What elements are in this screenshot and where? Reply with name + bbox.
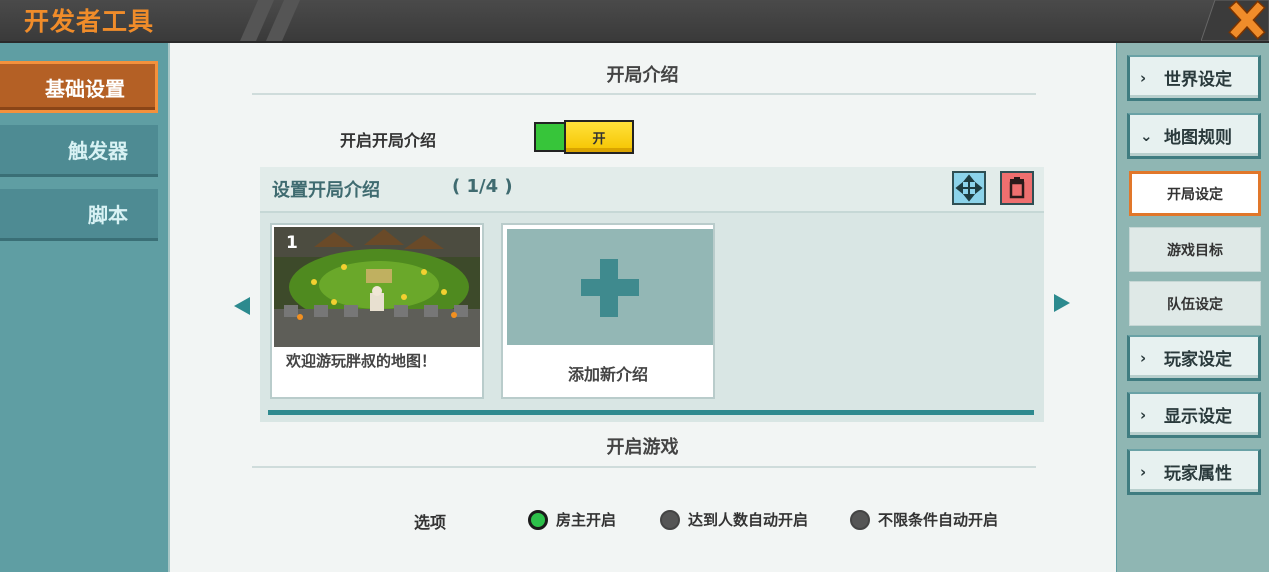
rnav-team-settings[interactable]: 队伍设定 [1129,281,1261,326]
divider [252,93,1036,95]
rnav-world-settings[interactable]: › 世界设定 [1127,55,1261,101]
add-intro-card[interactable]: 添加新介绍 [501,223,715,399]
radio-auto-unlimited[interactable]: 不限条件自动开启 [850,509,998,530]
radio-auto-by-count[interactable]: 达到人数自动开启 [660,509,808,530]
toggle-knob: 开 [564,120,634,154]
rnav-label: 世界设定 [1164,70,1232,90]
options-label: 选项 [414,513,447,532]
minecraft-scene-image [274,227,480,347]
rnav-player-attributes[interactable]: › 玩家属性 [1127,449,1261,495]
section-title-intro: 开局介绍 [606,65,679,86]
right-sidebar: › 世界设定 ⌄ 地图规则 开局设定 游戏目标 队伍设定 › 玩家设定 › 显示… [1117,43,1269,572]
rnav-player-settings[interactable]: › 玩家设定 [1127,335,1261,381]
plus-icon-bar [581,279,639,296]
close-button[interactable] [1225,0,1269,41]
radio-host-start[interactable]: 房主开启 [528,509,616,530]
radio-label: 不限条件自动开启 [878,511,999,529]
scroll-bar[interactable] [268,410,1034,415]
next-arrow-icon[interactable] [1054,294,1070,312]
rnav-opening-settings[interactable]: 开局设定 [1129,171,1261,216]
rnav-sub-label: 开局设定 [1167,186,1223,203]
radio-label: 达到人数自动开启 [688,511,809,529]
nav-label: 脚本 [88,203,128,227]
intro-thumbnail: 1 [274,227,480,347]
intro-header: 设置开局介绍 ( 1/4 ) [260,167,1044,213]
rnav-label: 玩家属性 [1164,464,1232,484]
intro-editor: 设置开局介绍 ( 1/4 ) 1 欢迎游玩胖叔的地图！ 添加新介绍 [260,167,1044,422]
nav-basic-settings[interactable]: 基础设置 [0,61,158,113]
trash-icon [1009,177,1025,199]
toggle-label: 开 [592,131,606,147]
card-caption: 欢迎游玩胖叔的地图！ [286,352,437,370]
add-area [507,229,713,345]
nav-triggers[interactable]: 触发器 [0,125,158,177]
chevron-down-icon: ⌄ [1140,126,1153,145]
prev-arrow-icon[interactable] [234,297,250,315]
left-sidebar: 基础设置 触发器 脚本 [0,43,160,572]
section-title-start: 开启游戏 [606,437,679,458]
toggle-track [534,122,568,152]
radio-selected-icon [528,509,548,530]
decorative-stripes [240,0,300,41]
chevron-right-icon: › [1140,348,1147,367]
card-number: 1 [286,233,298,253]
radio-unselected-icon [660,509,680,530]
radio-label: 房主开启 [556,511,617,529]
nav-label: 基础设置 [45,76,125,101]
chevron-right-icon: › [1140,68,1147,87]
rnav-display-settings[interactable]: › 显示设定 [1127,392,1261,438]
window-title: 开发者工具 [24,7,155,36]
main-panel: 开局介绍 开启开局介绍 开 设置开局介绍 ( 1/4 ) 1 欢迎游玩胖叔的地图… [168,43,1116,572]
delete-button[interactable] [1000,171,1034,205]
rnav-map-rules[interactable]: ⌄ 地图规则 [1127,113,1261,159]
close-icon [1228,0,1266,40]
enable-intro-label: 开启开局介绍 [340,131,437,150]
intro-card-1[interactable]: 1 欢迎游玩胖叔的地图！ [270,223,484,399]
chevron-right-icon: › [1140,462,1147,481]
rnav-sub-label: 队伍设定 [1167,296,1223,313]
add-caption: 添加新介绍 [567,365,648,384]
radio-unselected-icon [850,509,870,530]
divider [252,466,1036,468]
intro-title: 设置开局介绍 [272,180,380,201]
enable-intro-toggle[interactable]: 开 [534,120,634,154]
nav-scripts[interactable]: 脚本 [0,189,158,241]
move-button[interactable] [952,171,986,205]
chevron-right-icon: › [1140,405,1147,424]
intro-count: ( 1/4 ) [452,176,513,197]
move-icon [955,174,983,202]
rnav-label: 玩家设定 [1164,350,1232,370]
title-bar: 开发者工具 [0,0,1269,43]
rnav-game-objective[interactable]: 游戏目标 [1129,227,1261,272]
rnav-label: 地图规则 [1164,128,1232,148]
nav-label: 触发器 [68,139,128,163]
rnav-sub-label: 游戏目标 [1167,242,1223,259]
rnav-label: 显示设定 [1164,407,1232,427]
